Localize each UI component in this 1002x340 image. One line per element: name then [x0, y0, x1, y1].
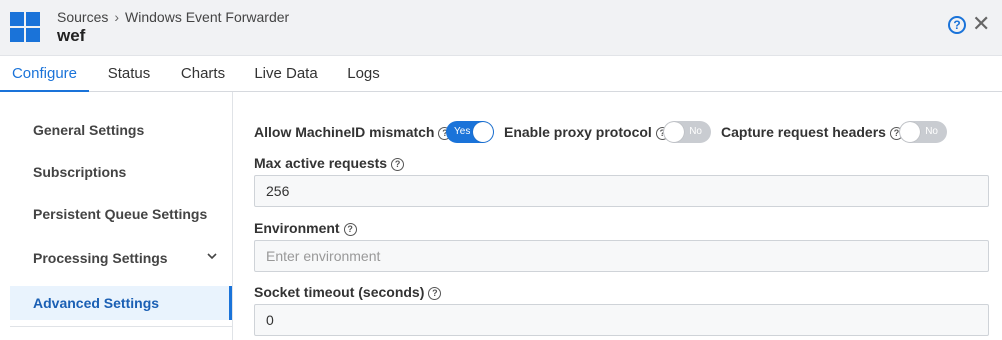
sidebar-divider [10, 326, 232, 327]
help-icon[interactable]: ? [343, 223, 357, 236]
chevron-down-icon[interactable] [206, 250, 218, 262]
settings-sidebar: General Settings Subscriptions Persisten… [0, 92, 233, 340]
toggle-state-label: Yes [454, 126, 471, 137]
tab-status[interactable]: Status [100, 56, 158, 92]
sidebar-item-persistent-queue-settings[interactable]: Persistent Queue Settings [10, 197, 232, 231]
windows-logo-icon [10, 12, 40, 42]
toggle-state-label: No [925, 126, 938, 137]
capture-headers-label-text: Capture request headers [721, 124, 886, 140]
sidebar-item-general-settings[interactable]: General Settings [10, 113, 232, 147]
enable-proxy-toggle[interactable]: No [663, 121, 711, 143]
toggle-knob [900, 122, 920, 142]
capture-headers-label: Capture request headers? [721, 124, 903, 140]
sidebar-item-label: Advanced Settings [33, 295, 160, 311]
sidebar-item-label: Persistent Queue Settings [33, 206, 208, 222]
help-icon[interactable]: ? [948, 16, 966, 34]
breadcrumb: Sources › Windows Event Forwarder [57, 9, 289, 25]
tab-charts[interactable]: Charts [172, 56, 234, 92]
tab-configure[interactable]: Configure [0, 56, 89, 92]
breadcrumb-current: Windows Event Forwarder [125, 9, 290, 25]
socket-timeout-input[interactable] [254, 304, 989, 336]
tab-live-data[interactable]: Live Data [248, 56, 324, 92]
capture-headers-toggle[interactable]: No [899, 121, 947, 143]
allow-machineid-label-text: Allow MachineID mismatch [254, 124, 435, 140]
breadcrumb-sources-link[interactable]: Sources [57, 9, 108, 25]
tab-bar: Configure Status Charts Live Data Logs [0, 56, 1002, 92]
sidebar-item-label: Subscriptions [33, 164, 127, 180]
toggle-knob [664, 122, 684, 142]
page-title: wef [57, 26, 86, 45]
environment-label: Environment? [254, 220, 357, 236]
environment-label-text: Environment [254, 220, 340, 236]
sidebar-item-subscriptions[interactable]: Subscriptions [10, 155, 232, 189]
sidebar-item-label: General Settings [33, 122, 145, 138]
page-header: Sources › Windows Event Forwarder wef ? ✕ [0, 0, 1002, 56]
allow-machineid-label: Allow MachineID mismatch? [254, 124, 452, 140]
toggle-state-label: No [689, 126, 702, 137]
tab-logs[interactable]: Logs [340, 56, 387, 92]
sidebar-item-advanced-settings[interactable]: Advanced Settings [10, 286, 232, 320]
sidebar-item-processing-settings[interactable]: Processing Settings [10, 241, 232, 275]
max-active-requests-label: Max active requests? [254, 155, 405, 171]
breadcrumb-separator: › [114, 9, 120, 25]
max-active-requests-input[interactable] [254, 175, 989, 207]
socket-timeout-label-text: Socket timeout (seconds) [254, 284, 425, 300]
environment-input[interactable] [254, 240, 989, 272]
toggle-knob [473, 122, 493, 142]
allow-machineid-toggle[interactable]: Yes [446, 121, 494, 143]
help-icon[interactable]: ? [428, 287, 442, 300]
enable-proxy-label-text: Enable proxy protocol [504, 124, 652, 140]
socket-timeout-label: Socket timeout (seconds)? [254, 284, 442, 300]
close-icon[interactable]: ✕ [972, 13, 990, 35]
sidebar-item-label: Processing Settings [33, 250, 168, 266]
max-active-requests-label-text: Max active requests [254, 155, 388, 171]
enable-proxy-label: Enable proxy protocol? [504, 124, 669, 140]
help-icon[interactable]: ? [391, 158, 405, 171]
